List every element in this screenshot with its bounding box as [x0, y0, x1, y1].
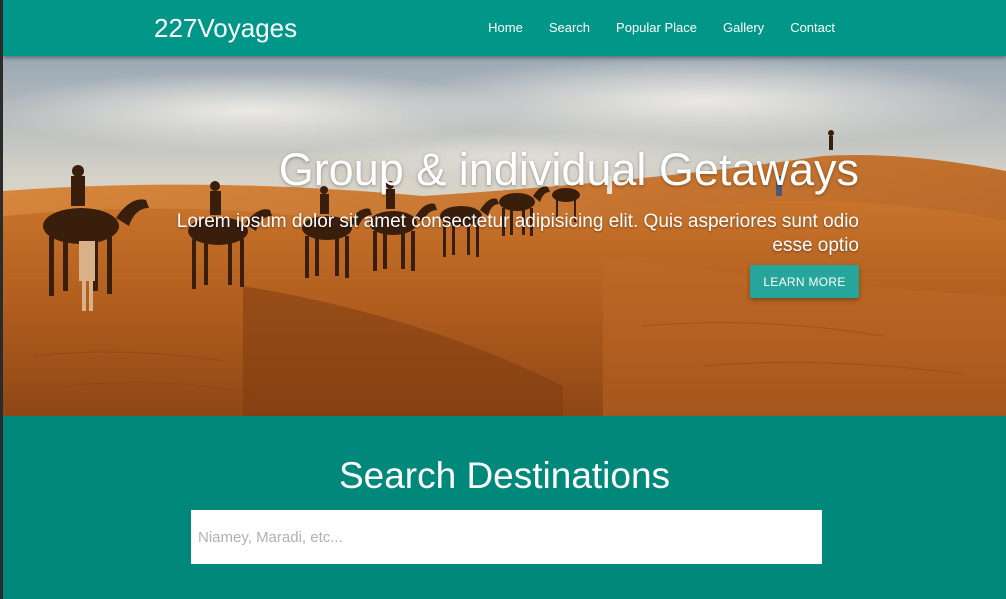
destination-search-input[interactable] — [191, 510, 822, 564]
search-section-title: Search Destinations — [338, 455, 671, 496]
hero-title: Group & individual Getaways — [278, 144, 859, 195]
nav-link-popular-place[interactable]: Popular Place — [603, 0, 710, 56]
hero-subtitle: Lorem ipsum dolor sit amet consectetur a… — [176, 211, 859, 256]
search-section: Search Destinations — [3, 416, 1006, 599]
page: 227Voyages Home Search Popular Place Gal… — [3, 0, 1006, 599]
learn-more-button[interactable]: LEARN MORE — [750, 265, 859, 298]
nav-link-contact[interactable]: Contact — [777, 0, 848, 56]
hero-banner: Group & individual Getaways Lorem ipsum … — [3, 56, 1006, 416]
nav-menu: Home Search Popular Place Gallery Contac… — [475, 0, 848, 56]
nav-link-home[interactable]: Home — [475, 0, 536, 56]
brand-logo[interactable]: 227Voyages — [154, 13, 297, 43]
nav-link-gallery[interactable]: Gallery — [710, 0, 777, 56]
navbar: 227Voyages Home Search Popular Place Gal… — [3, 0, 1006, 56]
nav-link-search[interactable]: Search — [536, 0, 603, 56]
